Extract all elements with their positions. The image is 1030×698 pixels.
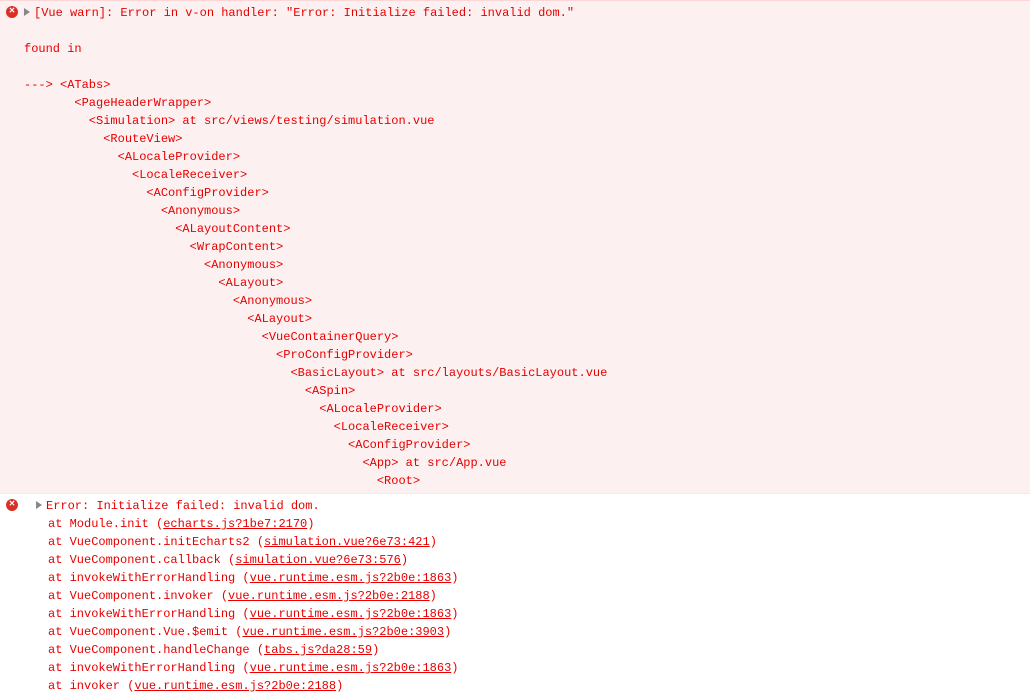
stack-frame: at invokeWithErrorHandling (vue.runtime.… bbox=[24, 569, 1024, 587]
error-header: Error: Initialize failed: invalid dom. bbox=[46, 499, 320, 513]
stack-frame-text: ) bbox=[401, 553, 408, 567]
component-tree-line: <AConfigProvider> bbox=[24, 184, 1024, 202]
disclosure-triangle-icon[interactable] bbox=[24, 8, 30, 16]
stack-frame-text: at invokeWithErrorHandling ( bbox=[48, 607, 250, 621]
component-tree-line: <Anonymous> bbox=[24, 292, 1024, 310]
stack-frame-text: at VueComponent.handleChange ( bbox=[48, 643, 264, 657]
component-tree-line: <BasicLayout> at src/layouts/BasicLayout… bbox=[24, 364, 1024, 382]
stack-frame-text: at invokeWithErrorHandling ( bbox=[48, 571, 250, 585]
stack-frame-text: at VueComponent.Vue.$emit ( bbox=[48, 625, 242, 639]
component-tree-line: <Root> bbox=[24, 472, 1024, 490]
stack-frame: at VueComponent.Vue.$emit (vue.runtime.e… bbox=[24, 623, 1024, 641]
source-link[interactable]: vue.runtime.esm.js?2b0e:2188 bbox=[134, 679, 336, 693]
component-tree-line: <RouteView> bbox=[24, 130, 1024, 148]
source-link[interactable]: vue.runtime.esm.js?2b0e:1863 bbox=[250, 661, 452, 675]
stack-frame: at invoker (vue.runtime.esm.js?2b0e:2188… bbox=[24, 677, 1024, 695]
source-link[interactable]: vue.runtime.esm.js?2b0e:1863 bbox=[250, 571, 452, 585]
warn-header: [Vue warn]: Error in v-on handler: "Erro… bbox=[34, 6, 574, 20]
component-tree-line: <ALocaleProvider> bbox=[24, 148, 1024, 166]
component-tree-line: <ALayout> bbox=[24, 274, 1024, 292]
source-link[interactable]: simulation.vue?6e73:421 bbox=[264, 535, 430, 549]
stack-frame-text: at VueComponent.invoker ( bbox=[48, 589, 228, 603]
stack-frame-text: ) bbox=[430, 535, 437, 549]
stack-frame: at VueComponent.callback (simulation.vue… bbox=[24, 551, 1024, 569]
component-tree: ---> <ATabs> <PageHeaderWrapper> <Simula… bbox=[24, 76, 1024, 490]
stack-frame-text: at invoker ( bbox=[48, 679, 134, 693]
stack-frame-text: at invokeWithErrorHandling ( bbox=[48, 661, 250, 675]
stack-frame: at VueComponent.initEcharts2 (simulation… bbox=[24, 533, 1024, 551]
component-tree-line: <ASpin> bbox=[24, 382, 1024, 400]
stack-frame: at invokeWithErrorHandling (vue.runtime.… bbox=[24, 659, 1024, 677]
stack-frame-text: ) bbox=[451, 607, 458, 621]
stack-frame-text: ) bbox=[336, 679, 343, 693]
component-tree-line: <WrapContent> bbox=[24, 238, 1024, 256]
component-tree-line: <ALayoutContent> bbox=[24, 220, 1024, 238]
blank-line bbox=[24, 22, 1024, 40]
stack-frame: at invokeWithErrorHandling (vue.runtime.… bbox=[24, 605, 1024, 623]
stack-frame-text: ) bbox=[444, 625, 451, 639]
component-tree-line: <App> at src/App.vue bbox=[24, 454, 1024, 472]
found-in: found in bbox=[24, 40, 1024, 58]
component-tree-line: <Simulation> at src/views/testing/simula… bbox=[24, 112, 1024, 130]
stack-frame-text: ) bbox=[307, 517, 314, 531]
stack-frame: at Module.init (echarts.js?1be7:2170) bbox=[24, 515, 1024, 533]
error-message: Error: Initialize failed: invalid dom. a… bbox=[0, 493, 1030, 698]
component-tree-line: <PageHeaderWrapper> bbox=[24, 94, 1024, 112]
source-link[interactable]: vue.runtime.esm.js?2b0e:1863 bbox=[250, 607, 452, 621]
component-tree-line: <VueContainerQuery> bbox=[24, 328, 1024, 346]
stack-frame: at VueComponent.handleChange (tabs.js?da… bbox=[24, 641, 1024, 659]
stack-frame-text: at Module.init ( bbox=[48, 517, 163, 531]
component-tree-line: <Anonymous> bbox=[24, 202, 1024, 220]
component-tree-line: <ALayout> bbox=[24, 310, 1024, 328]
component-tree-line: <LocaleReceiver> bbox=[24, 418, 1024, 436]
stack-frame-text: ) bbox=[451, 571, 458, 585]
component-tree-line: <AConfigProvider> bbox=[24, 436, 1024, 454]
component-tree-line: <ProConfigProvider> bbox=[24, 346, 1024, 364]
error-icon bbox=[6, 499, 18, 511]
blank-line bbox=[24, 58, 1024, 76]
source-link[interactable]: simulation.vue?6e73:576 bbox=[235, 553, 401, 567]
vue-warn-message: [Vue warn]: Error in v-on handler: "Erro… bbox=[0, 0, 1030, 493]
stack-frame-text: ) bbox=[430, 589, 437, 603]
error-icon bbox=[6, 6, 18, 18]
source-link[interactable]: vue.runtime.esm.js?2b0e:2188 bbox=[228, 589, 430, 603]
component-tree-line: <LocaleReceiver> bbox=[24, 166, 1024, 184]
disclosure-triangle-icon[interactable] bbox=[36, 501, 42, 509]
stack-frame-text: ) bbox=[451, 661, 458, 675]
stack-frame-text: at VueComponent.callback ( bbox=[48, 553, 235, 567]
source-link[interactable]: tabs.js?da28:59 bbox=[264, 643, 372, 657]
stack-frame-text: at VueComponent.initEcharts2 ( bbox=[48, 535, 264, 549]
stack-frame-text: ) bbox=[372, 643, 379, 657]
source-link[interactable]: echarts.js?1be7:2170 bbox=[163, 517, 307, 531]
component-tree-line: ---> <ATabs> bbox=[24, 76, 1024, 94]
component-tree-line: <Anonymous> bbox=[24, 256, 1024, 274]
component-tree-line: <ALocaleProvider> bbox=[24, 400, 1024, 418]
error-first-line: Error: Initialize failed: invalid dom. bbox=[36, 497, 1024, 515]
stack-frame: at VueComponent.invoker (vue.runtime.esm… bbox=[24, 587, 1024, 605]
stack-trace: at Module.init (echarts.js?1be7:2170)at … bbox=[24, 515, 1024, 695]
source-link[interactable]: vue.runtime.esm.js?2b0e:3903 bbox=[242, 625, 444, 639]
